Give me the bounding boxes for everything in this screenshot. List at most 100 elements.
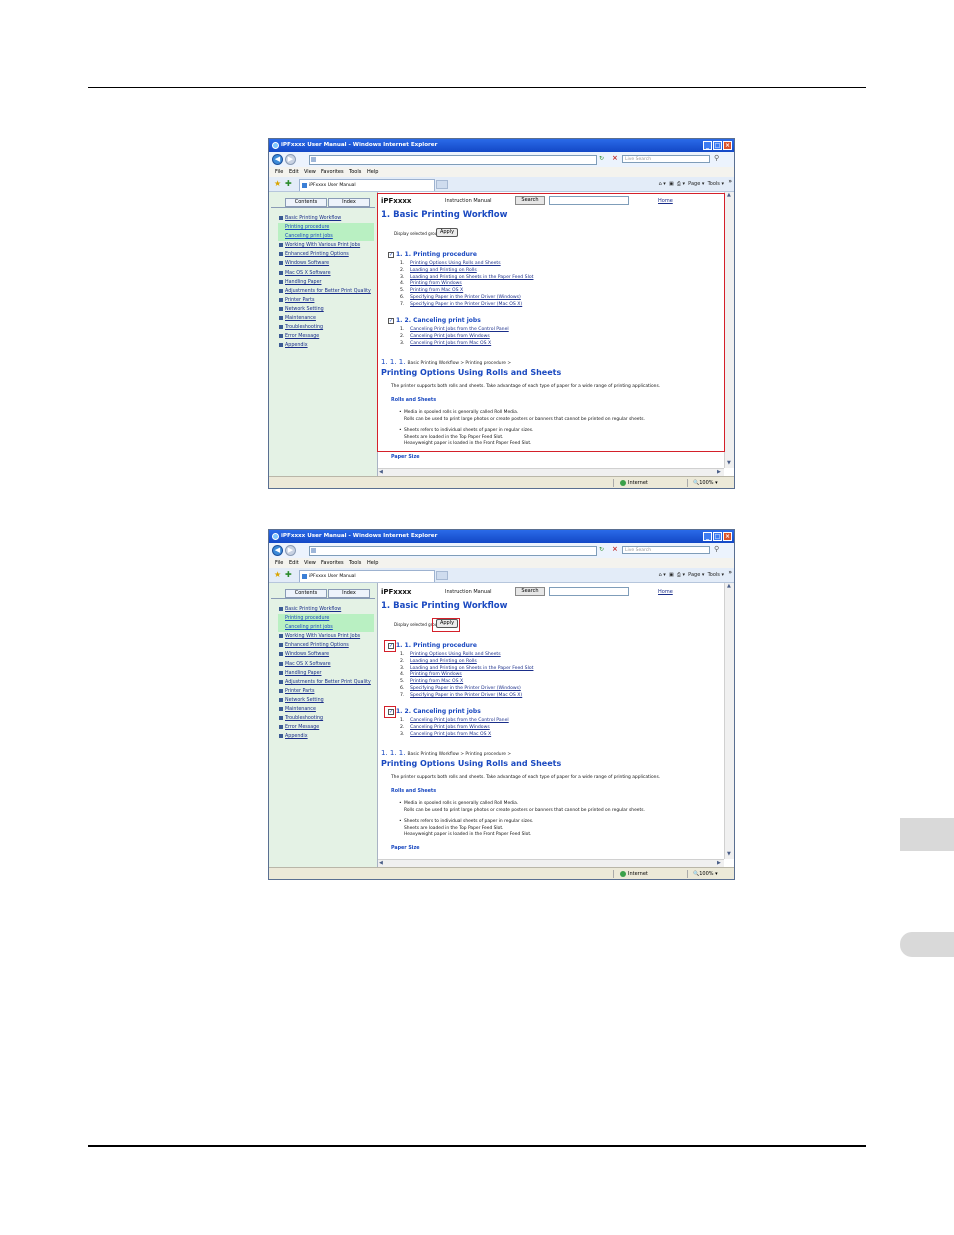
tab-contents[interactable]: Contents [285,589,327,598]
menu-edit[interactable]: Edit [289,558,299,568]
nav-item-working-with-various-print-jobs[interactable]: Working With Various Print Jobs [278,632,374,641]
expand-icon[interactable] [279,634,283,639]
page-menu[interactable]: Page [688,572,700,578]
nav-item-adjustments[interactable]: Adjustments for Better Print Quality [278,287,374,296]
expand-icon[interactable] [279,697,283,702]
tab-index[interactable]: Index [328,589,370,598]
nav-item-label[interactable]: Maintenance [285,705,316,714]
nav-item-printing-procedure[interactable]: Printing procedure [278,223,374,233]
maximize-icon[interactable]: □ [713,141,722,150]
nav-item-error-message[interactable]: Error Message [278,332,374,341]
expand-icon[interactable] [279,325,283,330]
forward-icon[interactable]: ▶ [285,545,296,556]
expand-icon[interactable] [279,670,283,675]
search-button[interactable]: Search [515,587,545,596]
tools-menu[interactable]: Tools [708,572,720,578]
expand-icon[interactable] [279,306,283,311]
expand-icon[interactable] [279,316,283,321]
nav-item-label[interactable]: Windows Software [285,259,329,268]
expand-icon[interactable] [279,652,283,657]
refresh-icon[interactable]: ↻ [599,546,604,553]
nav-item-network-setting[interactable]: Network Setting [278,305,374,314]
nav-item-label[interactable]: Handling Paper [285,669,322,678]
nav-item-label[interactable]: Enhanced Printing Options [285,250,349,259]
nav-item-label[interactable]: Troubleshooting [285,714,323,723]
nav-item-adjustments[interactable]: Adjustments for Better Print Quality [278,678,374,687]
nav-item-label[interactable]: Basic Printing Workflow [285,214,341,223]
nav-item-label[interactable]: Printer Parts [285,687,314,696]
expand-icon[interactable] [279,688,283,693]
nav-item-label[interactable]: Basic Printing Workflow [285,605,341,614]
nav-item-handling-paper[interactable]: Handling Paper [278,669,374,678]
expand-icon[interactable] [279,679,283,684]
feeds-icon[interactable]: ▣ [669,572,674,578]
nav-item-troubleshooting[interactable]: Troubleshooting [278,714,374,723]
nav-item-label[interactable]: Network Setting [285,696,324,705]
menu-file[interactable]: File [275,167,283,177]
scroll-up-icon[interactable]: ▲ [727,583,731,589]
nav-item-label[interactable]: Enhanced Printing Options [285,641,349,650]
expand-icon[interactable] [279,334,283,339]
nav-item-label[interactable]: Printing procedure [285,223,329,232]
expand-icon[interactable] [279,279,283,284]
nav-item-label[interactable]: Handling Paper [285,278,322,287]
menu-favorites[interactable]: Favorites [321,558,344,568]
nav-item-label[interactable]: Windows Software [285,650,329,659]
nav-item-mac-os-x-software[interactable]: Mac OS X Software [278,269,374,278]
nav-item-mac-os-x-software[interactable]: Mac OS X Software [278,660,374,669]
nav-item-label[interactable]: Network Setting [285,305,324,314]
nav-item-label[interactable]: Mac OS X Software [285,269,331,278]
nav-item-label[interactable]: Canceling print jobs [285,623,333,632]
list-link[interactable]: Canceling Print Jobs from the Control Pa… [410,718,509,725]
favorites-star-icon[interactable]: ★ [274,179,281,188]
refresh-icon[interactable]: ↻ [599,155,604,162]
nav-item-error-message[interactable]: Error Message [278,723,374,732]
expand-icon[interactable] [279,343,283,348]
minimize-icon[interactable]: _ [703,141,712,150]
forward-icon[interactable]: ▶ [285,154,296,165]
nav-item-label[interactable]: Appendix [285,732,308,741]
menu-tools[interactable]: Tools [349,558,361,568]
nav-item-printer-parts[interactable]: Printer Parts [278,296,374,305]
scroll-up-icon[interactable]: ▲ [727,192,731,198]
expand-icon[interactable] [279,252,283,257]
print-icon[interactable]: ⎙ [677,572,681,578]
chevron-more-icon[interactable]: » [728,568,732,578]
new-tab-button[interactable] [436,180,448,189]
add-favorites-icon[interactable]: ✚ [285,179,292,188]
scroll-left-icon[interactable]: ◀ [379,860,383,866]
expand-icon[interactable] [279,707,283,712]
expand-icon[interactable] [279,661,283,666]
list-link[interactable]: Specifying Paper in the Printer Driver (… [410,693,522,700]
maximize-icon[interactable]: □ [713,532,722,541]
menu-file[interactable]: File [275,558,283,568]
list-link[interactable]: Specifying Paper in the Printer Driver (… [410,686,521,693]
back-icon[interactable]: ◀ [272,154,283,165]
minimize-icon[interactable]: _ [703,532,712,541]
list-link[interactable]: Loading and Printing on Rolls [410,659,477,666]
tools-menu[interactable]: Tools [708,181,720,187]
page-menu[interactable]: Page [688,181,700,187]
print-icon[interactable]: ⎙ [677,181,681,187]
menu-view[interactable]: View [304,558,316,568]
nav-item-appendix[interactable]: Appendix [278,732,374,741]
expand-icon[interactable] [279,734,283,739]
address-input[interactable] [309,546,597,556]
search-input[interactable]: Live Search [622,546,710,554]
browser-tab[interactable]: iPFxxxx User Manual [299,570,435,582]
nav-item-printing-procedure[interactable]: Printing procedure [278,614,374,624]
nav-item-maintenance[interactable]: Maintenance [278,705,374,714]
back-icon[interactable]: ◀ [272,545,283,556]
nav-item-basic-printing-workflow[interactable]: Basic Printing Workflow [278,214,374,223]
nav-item-troubleshooting[interactable]: Troubleshooting [278,323,374,332]
expand-icon[interactable] [279,643,283,648]
address-input[interactable] [309,155,597,165]
zoom-level[interactable]: 🔍100% ▾ [693,868,718,879]
search-icon[interactable]: ⚲ [714,154,719,162]
nav-item-label[interactable]: Canceling print jobs [285,232,333,241]
nav-item-network-setting[interactable]: Network Setting [278,696,374,705]
new-tab-button[interactable] [436,571,448,580]
close-icon[interactable]: × [723,532,732,541]
add-favorites-icon[interactable]: ✚ [285,570,292,579]
close-icon[interactable]: × [723,141,732,150]
